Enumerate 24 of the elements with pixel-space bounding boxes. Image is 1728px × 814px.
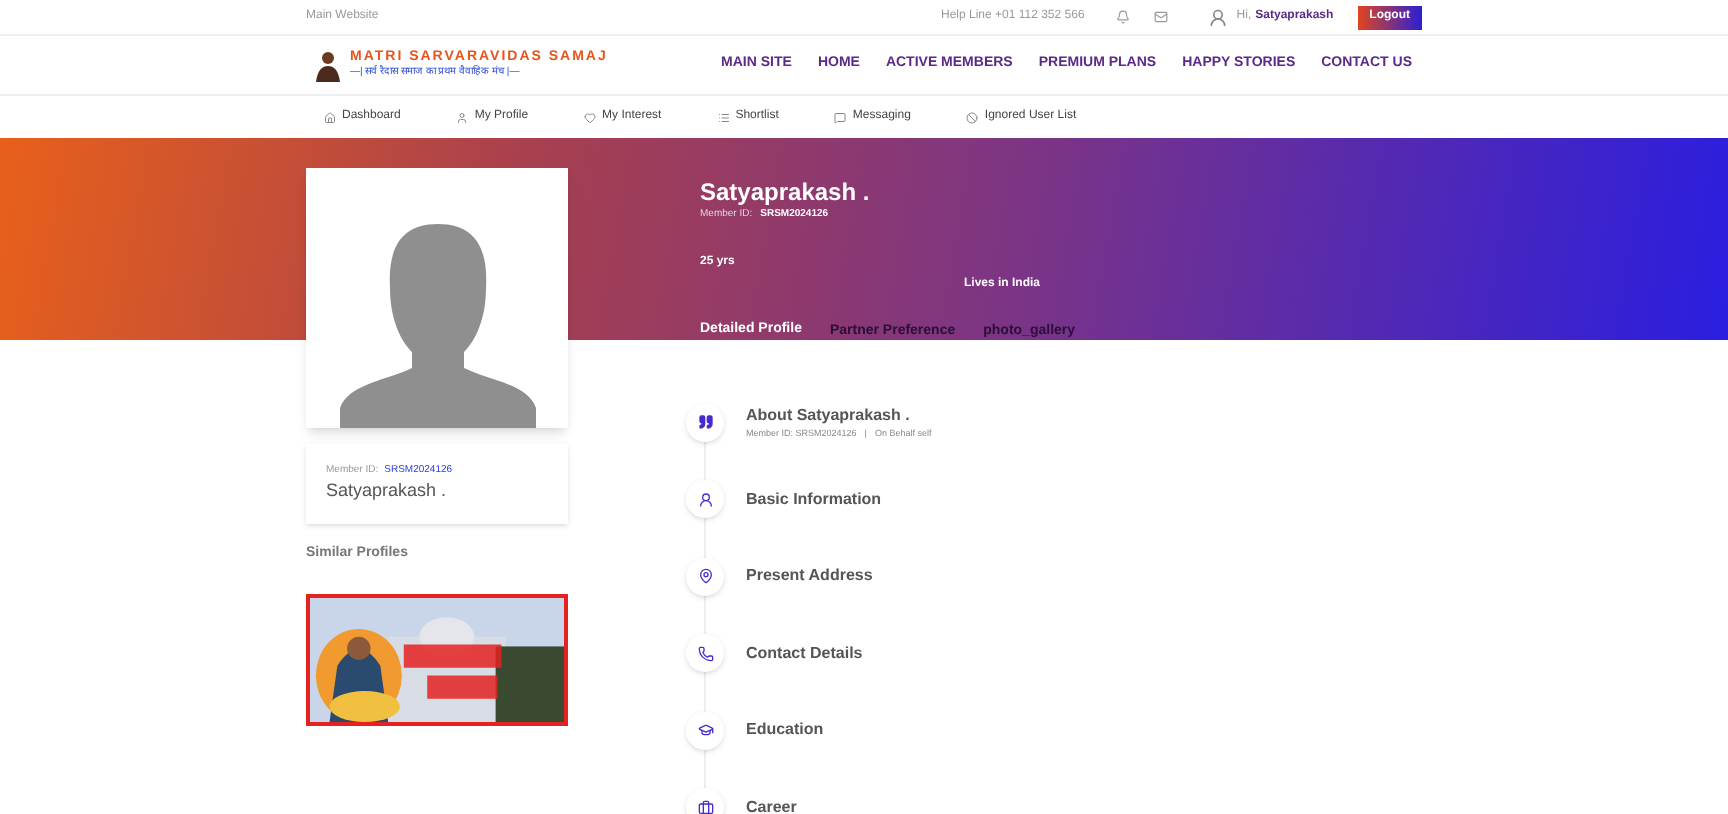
home-icon (324, 111, 336, 123)
section-title: Education (746, 718, 824, 743)
section-title: Contact Details (746, 641, 863, 666)
mail-icon[interactable] (1154, 10, 1169, 24)
phone-icon (697, 645, 713, 662)
blocked-icon (966, 111, 979, 123)
section-title: Basic Information (746, 487, 882, 512)
location-pin-icon (697, 568, 713, 585)
section-title: Career (746, 795, 797, 814)
graduation-cap-icon (697, 722, 713, 739)
saint-logo-icon (314, 49, 342, 81)
profile-name: Satyaprakash . (700, 178, 872, 206)
list-icon (717, 111, 730, 123)
chat-icon (834, 111, 847, 123)
section-title: About Satyaprakash . (746, 403, 912, 428)
member-name: Satyaprakash . (326, 478, 449, 504)
quote-icon (697, 414, 713, 431)
user-avatar-icon (1208, 7, 1229, 27)
notification-bell-icon[interactable] (1116, 10, 1131, 24)
heart-icon (584, 111, 597, 123)
briefcase-icon (697, 799, 713, 814)
section-title: Present Address (746, 564, 873, 589)
user-icon (456, 111, 469, 123)
person-icon (697, 491, 713, 508)
